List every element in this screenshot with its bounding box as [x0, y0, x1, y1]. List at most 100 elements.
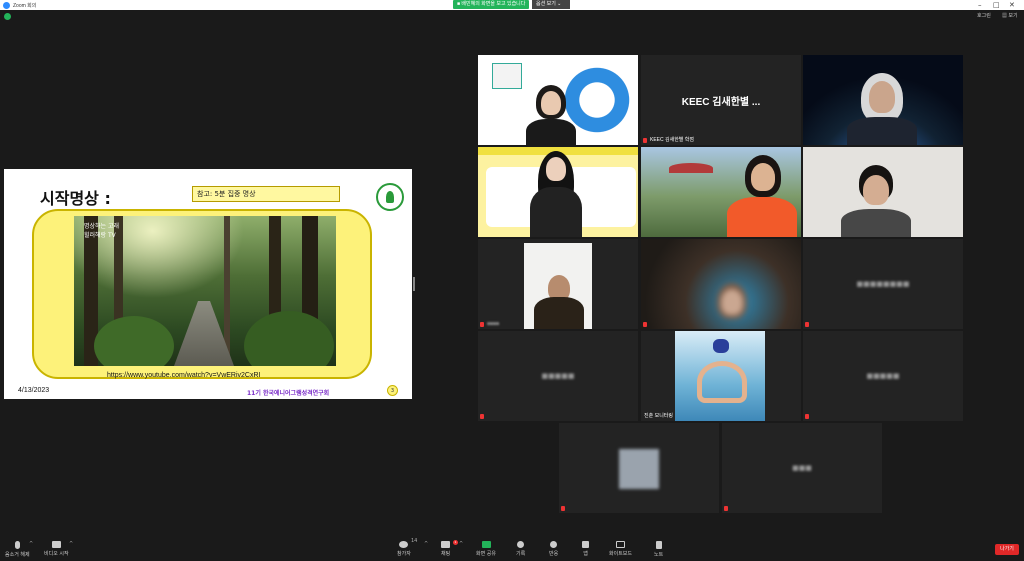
video-tile[interactable]: ■■■ [722, 423, 882, 513]
shared-screen-slide: 시작명상 : 참고: 5분 집중 명상 명상하는 고래 힐러해랑 TV http… [4, 169, 412, 399]
video-tile[interactable] [641, 239, 801, 329]
window-title: Zoom 회의 [13, 2, 37, 9]
view-options-button[interactable]: 옵션 보기 ⌄ [532, 0, 570, 9]
whiteboard-button[interactable]: 화이트보드 [609, 541, 632, 557]
video-tile[interactable]: 진춘 모니터링 [641, 331, 801, 421]
notes-button[interactable]: 노트 [654, 541, 663, 558]
participant-name-blurred: ■■■ [792, 464, 812, 472]
video-options-chevron-icon[interactable]: ^ [69, 541, 73, 547]
slide-date: 4/13/2023 [18, 387, 50, 394]
maximize-button[interactable]: □ [993, 0, 1000, 10]
video-tile[interactable] [803, 55, 963, 145]
bush [94, 316, 174, 366]
slide-title: 시작명상 : [40, 189, 111, 208]
participant-face [869, 81, 895, 113]
muted-mic-icon [805, 414, 809, 419]
video-tile[interactable]: ■■■■■■■■ [803, 239, 963, 329]
share-screen-label: 화면 공유 [476, 551, 496, 557]
participants-count: 14 [411, 538, 418, 544]
panel-splitter-handle[interactable] [413, 277, 415, 291]
unmute-label: 음소거 해제 [5, 552, 30, 558]
zoom-logo-icon [3, 1, 10, 9]
meeting-toolbar: 음소거 해제 ^ 비디오 시작 ^ 참가자 14 ^ 1 채팅 ^ 화면 공유 … [0, 537, 1024, 561]
video-tile[interactable] [478, 147, 638, 237]
view-button[interactable]: ▦ 보기 [1002, 12, 1018, 19]
zoom-meeting-window: Zoom 회의 ■ 배민혜의 화면을 보고 있습니다 옵션 보기 ⌄ – □ ✕… [0, 0, 1024, 561]
video-caption: 명상하는 고래 힐러해랑 TV [84, 222, 119, 240]
video-tile[interactable]: ■■■■■ [803, 331, 963, 421]
participants-options-chevron-icon[interactable]: ^ [424, 541, 428, 547]
reactions-label: 반응 [549, 551, 559, 557]
participant-body [530, 187, 582, 237]
participant-face [546, 157, 566, 181]
participant-body [847, 117, 917, 145]
participant-avatar-blurred [619, 449, 659, 489]
muted-mic-icon [724, 506, 728, 511]
muted-mic-icon [805, 322, 809, 327]
share-screen-icon [481, 541, 491, 548]
participants-icon [399, 541, 409, 548]
whiteboard-label: 화이트보드 [609, 551, 633, 557]
notes-icon [655, 541, 662, 549]
blurred-video [641, 239, 801, 329]
participant-body [841, 209, 911, 237]
participant-face [721, 289, 743, 315]
leave-meeting-button[interactable]: 나가기 [995, 544, 1019, 555]
video-caption-line-2: 힐러해랑 TV [84, 232, 116, 239]
audio-options-chevron-icon[interactable]: ^ [29, 541, 33, 547]
minimize-button[interactable]: – [978, 0, 982, 10]
unmute-button[interactable]: 음소거 해제 [5, 541, 30, 558]
chat-icon [441, 541, 451, 548]
chat-unread-badge: 1 [453, 540, 458, 545]
start-video-button[interactable]: 비디오 시작 [44, 541, 69, 557]
participant-body [727, 197, 797, 237]
security-shield-icon[interactable] [4, 13, 11, 20]
background-umbrella [669, 163, 713, 173]
organization-logo [376, 183, 404, 211]
reactions-button[interactable]: 반응 [549, 541, 558, 557]
apps-button[interactable]: 앱 [582, 541, 589, 557]
notes-label: 노트 [654, 552, 664, 558]
apps-icon [582, 541, 589, 548]
slide-reference-box: 참고: 5분 집중 명상 [192, 186, 340, 202]
whiteboard-icon [616, 541, 625, 548]
chat-options-chevron-icon[interactable]: ^ [459, 541, 463, 547]
muted-mic-icon [480, 322, 484, 327]
smile-icon [550, 541, 558, 548]
participant-label: 진춘 모니터링 [644, 413, 673, 419]
video-tile[interactable]: KEEC 김새한별 ... KEEC 김새한별 학점 [641, 55, 801, 145]
apps-label: 앱 [583, 551, 588, 557]
participant-face [541, 91, 561, 115]
muted-mic-icon [643, 138, 647, 143]
participants-button[interactable]: 참가자 [397, 541, 411, 557]
muted-mic-icon [480, 414, 484, 419]
record-button[interactable]: 기록 [516, 541, 525, 557]
video-tile[interactable] [641, 147, 801, 237]
view-options-label: 옵션 보기 [536, 1, 556, 7]
video-tile[interactable]: ■■■■ [478, 239, 638, 329]
record-icon [517, 541, 525, 548]
muted-mic-icon [643, 322, 647, 327]
participant-name-blurred: ■■■■■ [541, 372, 575, 380]
close-button[interactable]: ✕ [1009, 0, 1015, 10]
start-video-label: 비디오 시작 [44, 551, 69, 557]
participant-label: ■■■■ [487, 321, 500, 327]
speaker-view-button[interactable]: 호그린 [977, 12, 991, 19]
background-logo [492, 63, 522, 89]
video-tile[interactable] [478, 55, 638, 145]
bush [244, 311, 334, 366]
participant-name: KEEC 김새한별 ... [681, 96, 761, 108]
video-off-icon [51, 541, 61, 548]
video-tile[interactable] [559, 423, 719, 513]
participant-label: KEEC 김새한별 학점 [650, 137, 694, 143]
participant-name-blurred: ■■■■■■■■ [856, 280, 910, 288]
video-tile[interactable] [803, 147, 963, 237]
record-label: 기록 [516, 551, 526, 557]
share-screen-button[interactable]: 화면 공유 [476, 541, 496, 557]
muted-microphone-icon [14, 541, 20, 549]
screen-sharing-notice: ■ 배민혜의 화면을 보고 있습니다 [453, 0, 530, 9]
heart-hands-shape [697, 361, 747, 403]
video-tile[interactable]: ■■■■■ [478, 331, 638, 421]
chat-button[interactable]: 1 채팅 [441, 540, 458, 557]
slide-footer: 11기 한국에니어그램성격연구회 [247, 390, 330, 397]
